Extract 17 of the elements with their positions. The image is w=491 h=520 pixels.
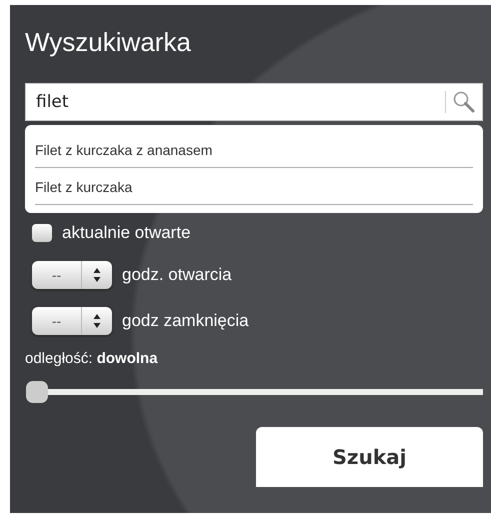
select-label: godz zamknięcia bbox=[122, 311, 249, 331]
suggestion-item[interactable]: Filet z kurczaka bbox=[35, 168, 473, 205]
search-field[interactable]: filet bbox=[25, 83, 483, 121]
stepper-icon bbox=[93, 313, 101, 329]
panel-title: Wyszukiwarka bbox=[25, 26, 192, 59]
slider-thumb[interactable] bbox=[26, 381, 48, 403]
checkbox[interactable] bbox=[32, 224, 52, 242]
time-select[interactable]: -- bbox=[32, 307, 112, 335]
search-field[interactable]: filet bbox=[36, 92, 445, 112]
stepper-icon bbox=[93, 267, 101, 283]
search-icon[interactable] bbox=[452, 90, 476, 114]
distance-label: odległość: dowolna bbox=[25, 350, 159, 367]
checkbox-label: aktualnie otwarte bbox=[62, 223, 191, 243]
select-label: godz. otwarcia bbox=[122, 265, 232, 285]
suggestion-item[interactable]: Filet z kurczaka z ananasem bbox=[35, 131, 473, 168]
time-select[interactable]: -- bbox=[32, 261, 112, 289]
search-button[interactable]: Szukaj bbox=[256, 427, 483, 487]
